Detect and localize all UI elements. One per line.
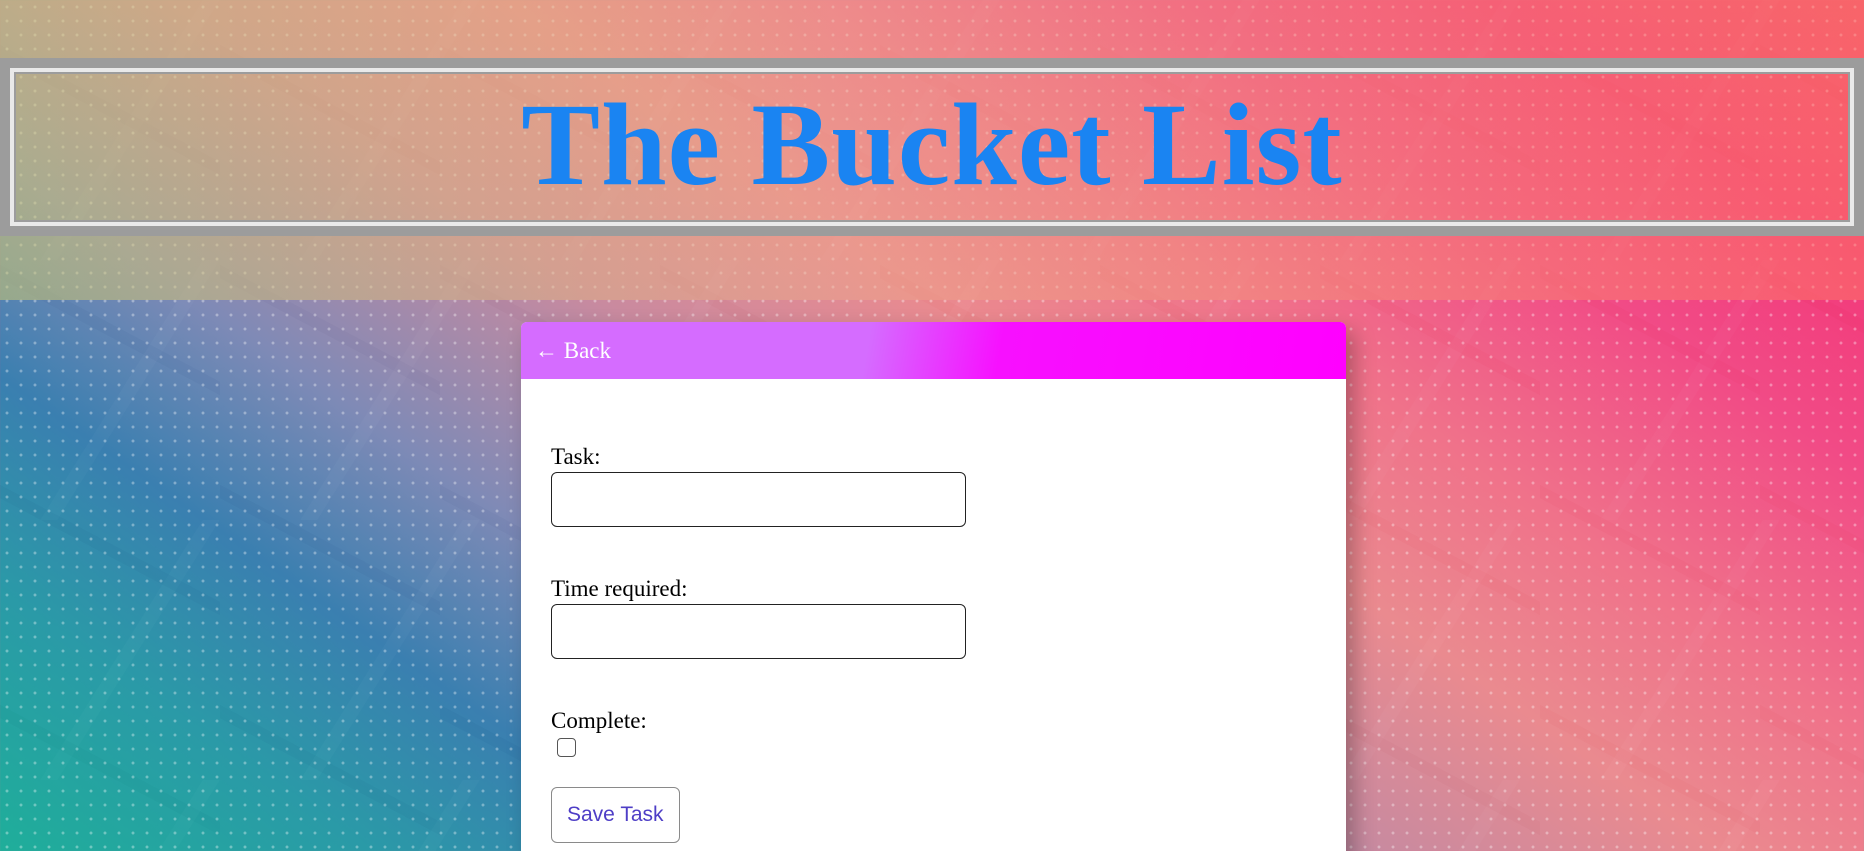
card-header: ← Back <box>521 322 1346 379</box>
page-title: The Bucket List <box>521 79 1343 210</box>
time-required-label: Time required: <box>551 576 688 601</box>
task-input[interactable] <box>551 472 966 527</box>
time-required-input[interactable] <box>551 604 966 659</box>
task-form-card: ← Back Task: Time required: Complete: Sa… <box>521 322 1346 851</box>
page-header: The Bucket List <box>0 58 1864 236</box>
task-form: Task: Time required: Complete: Save Task <box>521 379 1346 843</box>
complete-label: Complete: <box>551 708 647 733</box>
back-link[interactable]: ← Back <box>535 338 611 364</box>
save-task-button[interactable]: Save Task <box>551 787 680 843</box>
task-label: Task: <box>551 444 601 469</box>
complete-checkbox[interactable] <box>557 738 576 757</box>
